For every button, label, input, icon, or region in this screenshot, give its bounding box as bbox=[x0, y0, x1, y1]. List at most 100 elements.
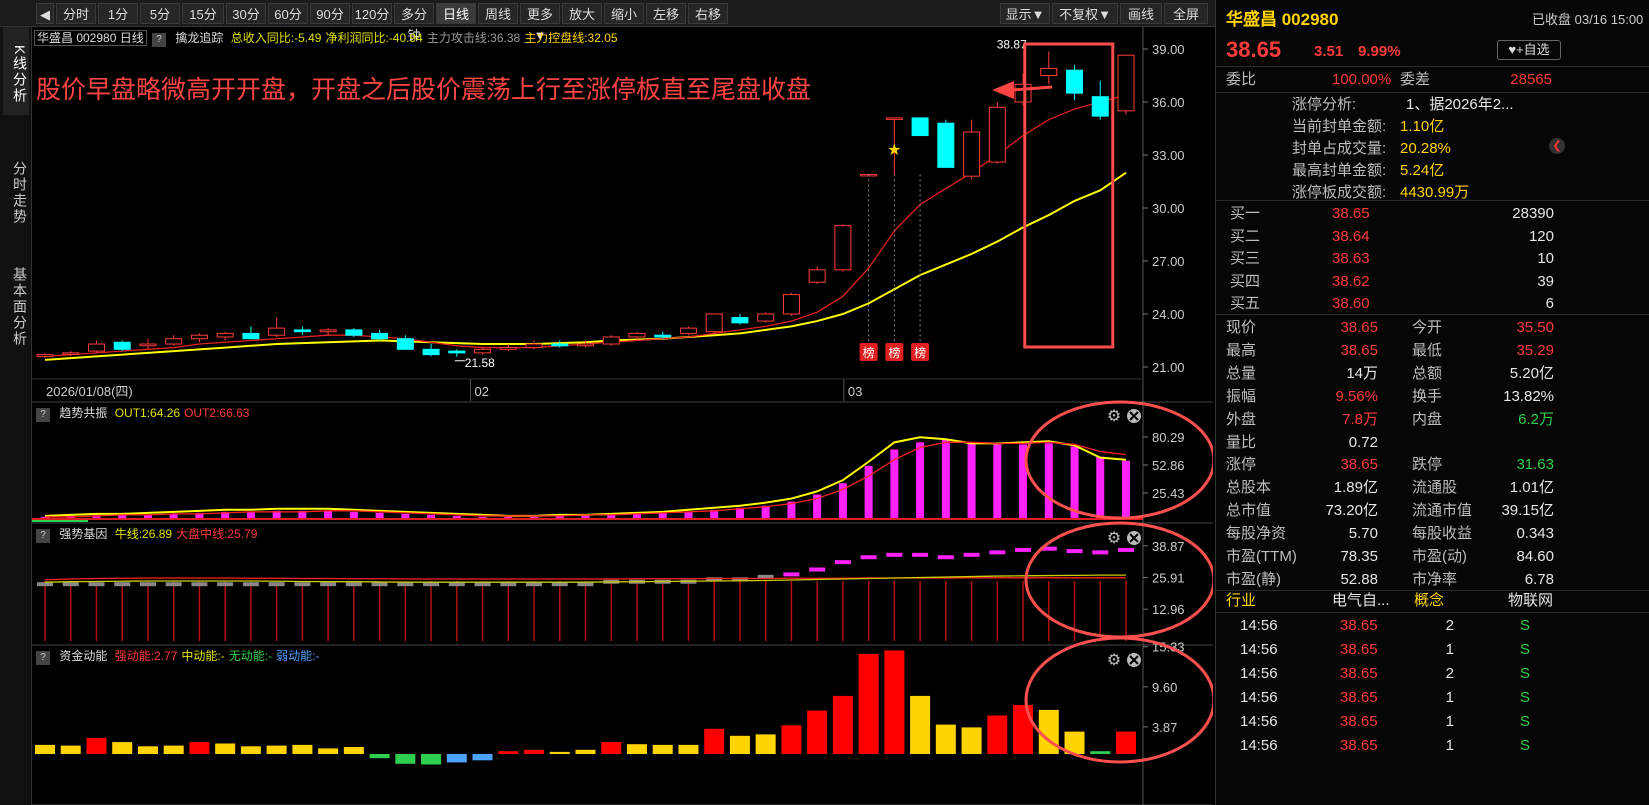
candle bbox=[87, 343, 105, 352]
zoom-in-button[interactable]: 放大 bbox=[562, 3, 602, 24]
arrow-head-icon bbox=[992, 81, 1014, 99]
bar bbox=[395, 754, 416, 764]
stat-label: 今开 bbox=[1412, 319, 1443, 336]
tick-volume: 1 bbox=[1445, 689, 1454, 706]
stock-terminal: ◀ 分时 1分 5分 15分 30分 60分 90分 120分 多分钟 日线 周线 更多▼ 放大 缩小 左移… bbox=[0, 0, 1649, 805]
stat-value: 1.01亿 bbox=[1509, 479, 1554, 497]
indicator-value: OUT2:66.63 bbox=[184, 406, 250, 420]
bid-volume: 28390 bbox=[1512, 205, 1554, 222]
adjust-dropdown[interactable]: 不复权▼ bbox=[1052, 3, 1118, 24]
gear-icon: ⚙ bbox=[1107, 408, 1121, 425]
tick-time: 14:56 bbox=[1240, 641, 1278, 658]
tick-time: 14:56 bbox=[1240, 713, 1278, 730]
tab-kline-analysis[interactable]: K线分析 bbox=[3, 27, 29, 115]
bar bbox=[1013, 705, 1034, 754]
tick-price: 38.65 bbox=[1340, 689, 1378, 706]
candle bbox=[654, 334, 672, 338]
sub2-title[interactable]: 强势基因 bbox=[59, 527, 107, 541]
help-icon[interactable]: ? bbox=[36, 651, 50, 665]
candle bbox=[1040, 67, 1058, 77]
candle bbox=[885, 117, 903, 120]
tab-fundamental-analysis[interactable]: 基本面分析 bbox=[3, 247, 29, 367]
tab-intraday-trend[interactable]: 分时走势 bbox=[3, 145, 29, 241]
bar bbox=[781, 725, 802, 754]
tab-30min[interactable]: 30分 bbox=[226, 3, 266, 24]
tab-intraday[interactable]: 分时 bbox=[56, 3, 96, 24]
stat-value: 6.2万 bbox=[1518, 410, 1554, 428]
industry-value[interactable]: 电气自... bbox=[1332, 589, 1390, 613]
bar bbox=[268, 582, 285, 587]
tab-15min[interactable]: 15分 bbox=[182, 3, 224, 24]
zt-label: 当前封单金额: bbox=[1292, 118, 1387, 135]
candle bbox=[937, 122, 955, 168]
bar bbox=[601, 742, 622, 754]
bid-price: 38.63 bbox=[1332, 250, 1370, 268]
bar bbox=[1122, 460, 1130, 519]
stat-value: 38.65 bbox=[1340, 341, 1378, 359]
zoom-out-button[interactable]: 缩小 bbox=[604, 3, 644, 24]
stat-label: 每股净资 bbox=[1226, 525, 1287, 543]
indicator-value: 无动能:- bbox=[228, 649, 273, 663]
tick-volume: 1 bbox=[1445, 641, 1454, 658]
low-price-label: 21.58 bbox=[465, 356, 495, 370]
candle bbox=[422, 348, 440, 356]
weibi-value: 100.00% bbox=[1332, 71, 1392, 88]
stat-value: 84.60 bbox=[1516, 548, 1554, 565]
zt-value: 20.28% bbox=[1400, 140, 1451, 157]
bar bbox=[858, 653, 879, 754]
tick-time: 14:56 bbox=[1240, 689, 1278, 706]
bar bbox=[549, 751, 570, 754]
bar bbox=[1015, 547, 1032, 552]
sub1-title[interactable]: 趋势共振 bbox=[59, 406, 107, 420]
move-right-button[interactable]: 右移 bbox=[688, 3, 728, 24]
tab-5min[interactable]: 5分 bbox=[140, 3, 180, 24]
bar bbox=[935, 724, 956, 754]
tab-weekly[interactable]: 周线 bbox=[478, 3, 518, 24]
tab-multi-min[interactable]: 多分钟 bbox=[394, 3, 434, 43]
candle bbox=[963, 131, 981, 177]
help-icon[interactable]: ? bbox=[36, 529, 50, 543]
fullscreen-button[interactable]: 全屏 bbox=[1164, 3, 1208, 24]
market-status: 已收盘 03/16 15:00 bbox=[1532, 12, 1644, 27]
tab-60min[interactable]: 60分 bbox=[268, 3, 308, 24]
tab-120min[interactable]: 120分 bbox=[352, 3, 392, 24]
candle bbox=[705, 313, 723, 333]
tab-90min[interactable]: 90分 bbox=[310, 3, 350, 24]
industry-row[interactable]: 行业 bbox=[1226, 589, 1256, 613]
tick-time: 14:56 bbox=[1240, 665, 1278, 682]
star-icon: ★ bbox=[887, 142, 901, 159]
candle bbox=[139, 343, 157, 347]
stat-label: 市盈(TTM) bbox=[1226, 548, 1297, 565]
stat-label: 总额 bbox=[1412, 364, 1443, 382]
tick-side: S bbox=[1520, 617, 1531, 634]
stat-value: 35.29 bbox=[1516, 341, 1554, 359]
help-icon[interactable]: ? bbox=[36, 408, 50, 422]
bar bbox=[910, 695, 931, 754]
more-dropdown[interactable]: 更多▼ bbox=[520, 3, 560, 43]
candle bbox=[1014, 83, 1032, 103]
draw-line-button[interactable]: 画线 bbox=[1120, 3, 1162, 24]
toolbar: ◀ 分时 1分 5分 15分 30分 60分 90分 120分 多分钟 日线 周线 更多▼ 放大 缩小 左移… bbox=[0, 0, 1280, 43]
bang-label: 榜 bbox=[888, 345, 900, 360]
chevron-left-icon[interactable]: ❮ bbox=[1549, 138, 1565, 154]
display-dropdown[interactable]: 显示▼ bbox=[1000, 3, 1050, 24]
bar bbox=[1044, 443, 1053, 519]
tab-1min[interactable]: 1分 bbox=[98, 3, 138, 24]
move-left-button[interactable]: 左移 bbox=[646, 3, 686, 24]
bar bbox=[704, 728, 725, 754]
bar bbox=[86, 737, 107, 754]
sub3-title[interactable]: 资金动能 bbox=[59, 649, 107, 663]
bid-label: 买四 bbox=[1230, 272, 1261, 290]
stat-value: 78.35 bbox=[1340, 548, 1378, 565]
collapse-left-icon[interactable]: ◀ bbox=[36, 3, 54, 24]
stat-label: 换手 bbox=[1412, 387, 1443, 405]
zt-value[interactable]: 1、据2026年2... bbox=[1406, 94, 1514, 116]
concept-value[interactable]: 物联网 bbox=[1508, 589, 1553, 613]
bar bbox=[62, 582, 79, 587]
tab-daily[interactable]: 日线 bbox=[436, 3, 476, 24]
bid-label: 买二 bbox=[1230, 227, 1261, 245]
add-watchlist-button[interactable]: ♥+自选 bbox=[1497, 40, 1561, 60]
bar bbox=[834, 560, 851, 565]
bar bbox=[498, 751, 519, 754]
stat-value: 7.8万 bbox=[1342, 410, 1378, 428]
